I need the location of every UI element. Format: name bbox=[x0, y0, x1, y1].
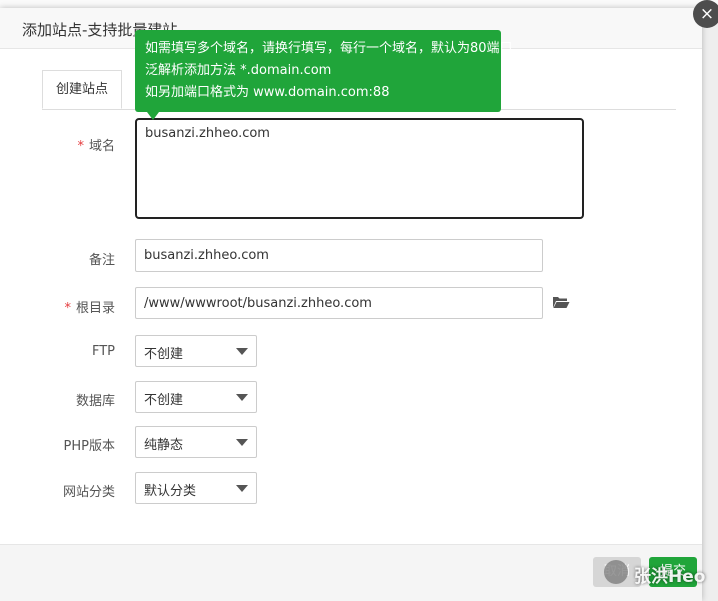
chevron-down-icon bbox=[236, 394, 248, 401]
database-select[interactable]: 不创建 bbox=[135, 381, 257, 413]
watermark-logo-icon bbox=[604, 560, 628, 584]
category-label: 网站分类 bbox=[62, 485, 115, 500]
ftp-label: FTP bbox=[91, 344, 115, 359]
tooltip-arrow bbox=[147, 112, 159, 120]
add-site-dialog: 添加站点-支持批量建站 创建站点 * 域名 busanzi.zhheo.com 备… bbox=[0, 0, 718, 601]
category-select[interactable]: 默认分类 bbox=[135, 472, 257, 504]
required-marker: * bbox=[64, 301, 71, 316]
php-version-selected-value: 纯静态 bbox=[144, 438, 184, 453]
dialog-footer: 取消 提交 bbox=[0, 544, 702, 601]
database-label: 数据库 bbox=[75, 394, 115, 409]
close-icon[interactable]: × bbox=[693, 0, 718, 28]
ftp-select[interactable]: 不创建 bbox=[135, 335, 257, 367]
background-strip bbox=[0, 0, 718, 8]
php-version-label: PHP版本 bbox=[63, 439, 115, 454]
chevron-down-icon bbox=[236, 348, 248, 355]
php-version-select[interactable]: 纯静态 bbox=[135, 426, 257, 458]
chevron-down-icon bbox=[236, 485, 248, 492]
remark-input[interactable] bbox=[135, 239, 543, 272]
category-selected-value: 默认分类 bbox=[144, 484, 197, 499]
domain-textarea[interactable]: busanzi.zhheo.com bbox=[135, 118, 584, 219]
tooltip-line: 如另加端口格式为 www.domain.com:88 bbox=[145, 85, 390, 100]
remark-label: 备注 bbox=[88, 253, 115, 268]
chevron-down-icon bbox=[236, 439, 248, 446]
tab-create-site[interactable]: 创建站点 bbox=[42, 70, 122, 109]
required-marker: * bbox=[77, 139, 84, 154]
watermark-text: 张洪Heo bbox=[634, 567, 706, 587]
root-dir-label: * 根目录 bbox=[64, 301, 115, 316]
domain-help-tooltip: 如需填写多个域名，请换行填写，每行一个域名，默认为80端口 泛解析添加方法 *.… bbox=[135, 30, 513, 112]
folder-open-icon[interactable] bbox=[552, 295, 570, 309]
tooltip-line: 泛解析添加方法 *.domain.com bbox=[145, 63, 332, 78]
watermark: 张洪Heo bbox=[604, 556, 708, 592]
tooltip-line: 如需填写多个域名，请换行填写，每行一个域名，默认为80端口 bbox=[145, 41, 513, 56]
database-selected-value: 不创建 bbox=[144, 393, 184, 408]
ftp-selected-value: 不创建 bbox=[144, 347, 184, 362]
domain-label: * 域名 bbox=[77, 139, 115, 154]
root-dir-input[interactable] bbox=[135, 287, 543, 319]
